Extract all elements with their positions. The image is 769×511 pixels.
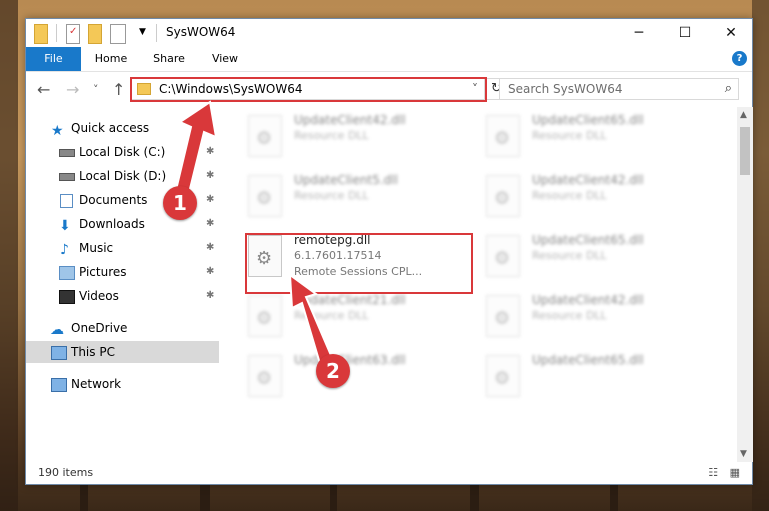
step-2-badge: 2 xyxy=(316,354,350,388)
annotation-arrows xyxy=(174,100,335,369)
step-1-badge: 1 xyxy=(163,186,197,220)
arrow-2 xyxy=(288,272,335,369)
arrow-1 xyxy=(174,100,218,199)
